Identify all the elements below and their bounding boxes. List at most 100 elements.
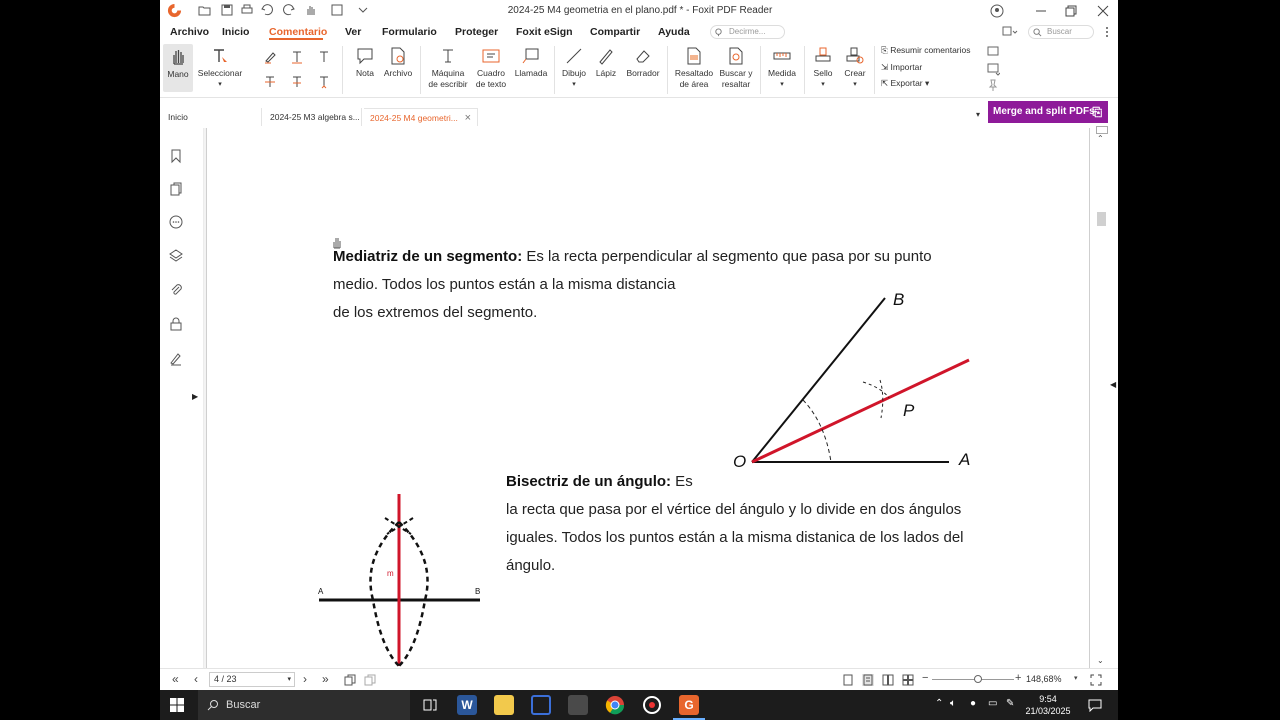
zoom-slider-thumb[interactable] bbox=[974, 675, 982, 683]
drawing-button[interactable]: Dibujo ▾ bbox=[558, 46, 590, 90]
note-button[interactable]: Nota bbox=[350, 46, 380, 79]
continuous-view-icon[interactable] bbox=[862, 674, 874, 686]
foxit-taskbar-icon[interactable]: G bbox=[673, 695, 705, 720]
hand-quick-icon[interactable] bbox=[304, 3, 318, 17]
facing-view-icon[interactable] bbox=[882, 674, 894, 686]
app-icon[interactable] bbox=[531, 695, 551, 715]
taskbar-search[interactable]: Buscar bbox=[198, 690, 410, 720]
scroll-down-icon[interactable]: ⌄ bbox=[1097, 656, 1104, 665]
tab-m4-geometria[interactable]: 2024-25 M4 geometri... × bbox=[364, 108, 478, 126]
task-view-icon[interactable] bbox=[420, 695, 440, 715]
scroll-thumb[interactable] bbox=[1097, 212, 1106, 226]
security-icon[interactable] bbox=[168, 316, 184, 332]
stamp-button[interactable]: Sello ▾ bbox=[808, 46, 838, 90]
menu-archivo[interactable]: Archivo bbox=[170, 26, 209, 38]
first-page-icon[interactable]: « bbox=[172, 672, 179, 686]
insert-text-icon[interactable] bbox=[317, 75, 331, 89]
zoom-out-icon[interactable]: − bbox=[922, 672, 928, 684]
scroll-up-icon[interactable]: ⌃ bbox=[1097, 134, 1104, 143]
next-page-icon[interactable]: › bbox=[303, 672, 307, 686]
minimize-icon[interactable] bbox=[1032, 2, 1050, 20]
page-dropdown-icon[interactable]: ▾ bbox=[287, 673, 291, 686]
single-page-view-icon[interactable] bbox=[842, 674, 854, 686]
zoom-level[interactable]: 148,68% bbox=[1026, 674, 1062, 684]
last-page-icon[interactable]: » bbox=[322, 672, 329, 686]
microphone-icon[interactable]: ● bbox=[970, 698, 976, 709]
menu-comentario[interactable]: Comentario bbox=[269, 26, 327, 38]
textbox-button[interactable]: Cuadro de texto bbox=[472, 46, 510, 90]
more-options-icon[interactable] bbox=[1104, 26, 1110, 38]
calculator-icon[interactable] bbox=[568, 695, 588, 715]
menu-formulario[interactable]: Formulario bbox=[382, 26, 437, 38]
area-highlight-button[interactable]: Resaltado de área bbox=[672, 46, 716, 90]
expand-pane-icon[interactable]: ▶ bbox=[192, 392, 198, 401]
expand-right-pane-icon[interactable]: ◀ bbox=[1110, 380, 1116, 389]
tab-inicio[interactable]: Inicio bbox=[162, 108, 262, 126]
tab-m3-algebra[interactable]: 2024-25 M3 algebra s... bbox=[264, 108, 362, 126]
speaker-icon[interactable]: 🔈︎ bbox=[950, 698, 956, 709]
search-options-icon[interactable] bbox=[1002, 26, 1018, 38]
export-link[interactable]: ⇱ Exportar ▾ bbox=[881, 78, 929, 89]
document-viewport[interactable]: Mediatriz de un segmento: Es la recta pe… bbox=[206, 128, 1090, 668]
file-explorer-icon[interactable] bbox=[494, 695, 514, 715]
split-view-icon[interactable] bbox=[1096, 126, 1108, 134]
summarize-comments-link[interactable]: ⎘ Resumir comentarios bbox=[881, 45, 971, 56]
menu-compartir[interactable]: Compartir bbox=[590, 26, 640, 38]
pencil-button[interactable]: Lápiz bbox=[592, 46, 620, 79]
page-view-icon[interactable] bbox=[364, 674, 376, 686]
typewriter-button[interactable]: Máquina de escribir bbox=[426, 46, 470, 90]
menu-ver[interactable]: Ver bbox=[345, 26, 361, 38]
zoom-slider-track[interactable] bbox=[932, 679, 1014, 680]
zoom-in-icon[interactable]: + bbox=[1015, 672, 1021, 684]
menu-foxit-esign[interactable]: Foxit eSign bbox=[516, 26, 573, 38]
comment-filter-icon[interactable] bbox=[986, 62, 1000, 76]
tab-close-icon[interactable]: × bbox=[465, 109, 471, 126]
measure-button[interactable]: Medida ▾ bbox=[764, 46, 800, 90]
eraser-button[interactable]: Borrador bbox=[624, 46, 662, 79]
pin-icon[interactable] bbox=[986, 78, 1000, 92]
customize-dropdown-icon[interactable] bbox=[356, 3, 370, 17]
word-app-icon[interactable]: W bbox=[457, 695, 477, 715]
squiggly-text-icon[interactable] bbox=[317, 50, 331, 64]
pen-icon[interactable]: ✎ bbox=[1006, 698, 1014, 709]
attach-file-button[interactable]: Archivo bbox=[382, 46, 414, 79]
search-highlight-button[interactable]: Buscar y resaltar bbox=[716, 46, 756, 90]
copy-page-icon[interactable] bbox=[344, 674, 356, 686]
save-icon[interactable] bbox=[220, 3, 234, 17]
hand-tool-button[interactable]: Mano bbox=[163, 44, 193, 92]
attachment-icon[interactable] bbox=[168, 282, 184, 298]
merge-split-promo-button[interactable]: Merge and split PDFs ⎘ bbox=[988, 101, 1108, 123]
account-icon[interactable] bbox=[988, 2, 1006, 20]
strikeout-icon[interactable] bbox=[263, 75, 277, 89]
previous-page-icon[interactable]: ‹ bbox=[194, 672, 198, 686]
select-tool-button[interactable]: Seleccionar ▾ bbox=[196, 46, 244, 92]
highlight-icon[interactable] bbox=[263, 50, 277, 64]
windows-start-icon[interactable] bbox=[170, 698, 184, 712]
network-icon[interactable]: ▭ bbox=[988, 698, 997, 709]
chrome-icon[interactable] bbox=[605, 695, 625, 715]
signature-icon[interactable] bbox=[168, 350, 184, 366]
tab-list-dropdown-icon[interactable]: ▾ bbox=[976, 110, 980, 119]
callout-button[interactable]: Llamada bbox=[512, 46, 550, 79]
redo-icon[interactable] bbox=[282, 3, 296, 17]
menu-proteger[interactable]: Proteger bbox=[455, 26, 498, 38]
window-icon[interactable] bbox=[330, 3, 344, 17]
close-icon[interactable] bbox=[1094, 2, 1112, 20]
comment-list-icon[interactable] bbox=[986, 45, 1000, 59]
restore-icon[interactable] bbox=[1062, 2, 1080, 20]
underline-text-icon[interactable] bbox=[290, 50, 304, 64]
replace-text-icon[interactable] bbox=[290, 75, 304, 89]
layers-icon[interactable] bbox=[168, 248, 184, 264]
continuous-facing-view-icon[interactable] bbox=[902, 674, 914, 686]
zoom-dropdown-icon[interactable]: ▾ bbox=[1074, 674, 1078, 682]
page-number-field[interactable]: 4 / 23 ▾ bbox=[209, 672, 295, 687]
tray-overflow-icon[interactable]: ⌃ bbox=[935, 698, 943, 709]
notification-icon[interactable] bbox=[1088, 698, 1102, 712]
vertical-scrollbar[interactable]: ⌃ ⌄ bbox=[1094, 128, 1108, 668]
print-icon[interactable] bbox=[240, 3, 254, 17]
taskbar-clock[interactable]: 9:54 21/03/2025 bbox=[1020, 693, 1076, 717]
menu-inicio[interactable]: Inicio bbox=[222, 26, 249, 38]
comments-icon[interactable] bbox=[168, 214, 184, 230]
bookmark-icon[interactable] bbox=[168, 148, 184, 164]
create-button[interactable]: Crear ▾ bbox=[840, 46, 870, 90]
